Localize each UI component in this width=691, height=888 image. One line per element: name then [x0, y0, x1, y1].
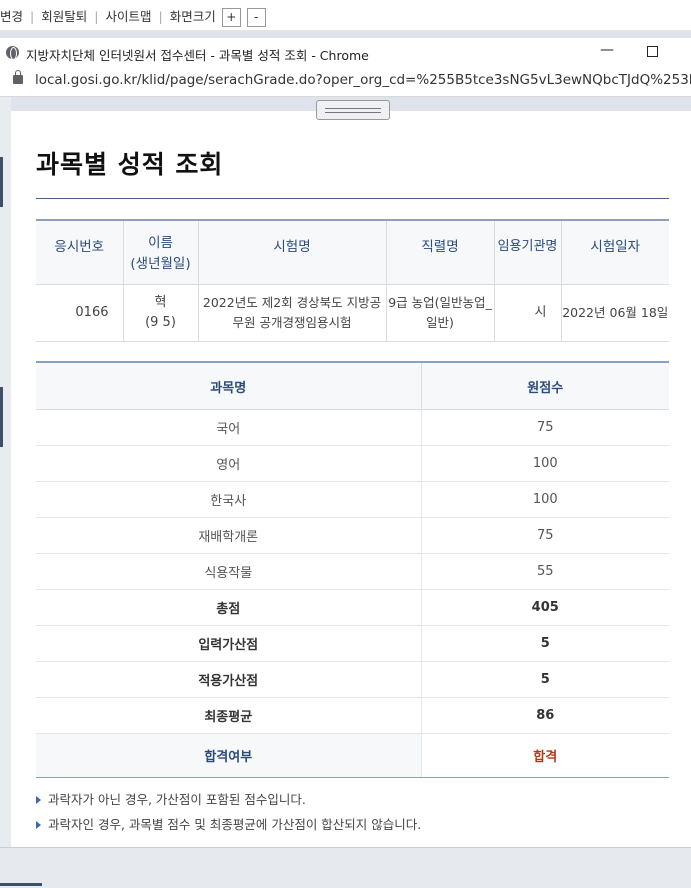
col-header-job-series: 직렬명	[385, 219, 494, 285]
input-bonus-row: 입력가산점 5	[36, 625, 669, 662]
table-row: 식용작물 55	[36, 553, 669, 590]
subject-name: 식용작물	[36, 553, 421, 590]
summary-label: 입력가산점	[36, 625, 421, 662]
final-average-row: 최종평균 86	[36, 697, 669, 734]
subject-grades-table: 과목명 원점수 국어 75 영어 100 한국사 100 재배학개론 75 식용…	[36, 361, 669, 778]
table-header-row: 응시번호 이름 (생년월일) 시험명 직렬명 임용기관명 시험일자	[36, 219, 669, 285]
globe-icon	[6, 46, 19, 60]
divider: |	[158, 9, 163, 24]
divider: |	[30, 9, 35, 24]
background-mark	[0, 883, 42, 886]
subject-score: 75	[420, 517, 669, 554]
summary-value: 86	[420, 697, 669, 734]
subject-score: 75	[420, 409, 669, 446]
background-mark	[0, 157, 3, 207]
subject-score: 100	[420, 481, 669, 518]
background-page-strip	[0, 97, 11, 847]
topbar-label-screen-size: 화면크기	[169, 9, 216, 24]
address-bar[interactable]: local.gosi.go.kr/klid/page/serachGrade.d…	[0, 68, 691, 97]
background-mark	[0, 387, 3, 447]
col-header-name: 이름 (생년월일)	[122, 219, 198, 285]
subject-name: 국어	[36, 409, 421, 446]
pass-status-value: 합격	[420, 733, 669, 778]
subject-score: 55	[420, 553, 669, 590]
subject-name: 재배학개론	[36, 517, 421, 554]
applied-bonus-row: 적용가산점 5	[36, 661, 669, 698]
summary-label: 총점	[36, 589, 421, 626]
topbar-link-withdraw[interactable]: 회원탈퇴	[41, 9, 87, 24]
table-row: 한국사 100	[36, 481, 669, 518]
pass-status-row: 합격여부 합격	[36, 733, 669, 778]
topbar-link-change[interactable]: 변경	[0, 9, 23, 24]
summary-value: 5	[420, 625, 669, 662]
summary-value: 5	[420, 661, 669, 698]
col-header-raw-score: 원점수	[420, 361, 669, 410]
url-text[interactable]: local.gosi.go.kr/klid/page/serachGrade.d…	[35, 72, 691, 88]
summary-value: 405	[420, 589, 669, 626]
cell-job-series: 9급 농업(일반농업_일반)	[385, 284, 494, 342]
table-header-row: 과목명 원점수	[36, 361, 669, 410]
grade-popup: 과목별 성적 조회 응시번호 이름 (생년월일) 시험명 직렬명 임용기관명 시…	[11, 111, 691, 847]
resize-handle[interactable]	[316, 100, 390, 120]
title-divider	[36, 198, 669, 199]
col-header-exam-name: 시험명	[197, 219, 386, 285]
topbar-links: 변경 | 회원탈퇴 | 사이트맵 | 화면크기 + -	[0, 6, 266, 27]
maximize-button[interactable]	[647, 46, 658, 57]
subject-name: 한국사	[36, 481, 421, 518]
divider: |	[94, 9, 99, 24]
table-row: 재배학개론 75	[36, 517, 669, 554]
page-title: 과목별 성적 조회	[36, 150, 224, 179]
subject-score: 100	[420, 445, 669, 482]
note-item: 과락자인 경우, 과목별 점수 및 최종평균에 가산점이 합산되지 않습니다.	[36, 816, 676, 841]
table-row: 국어 75	[36, 409, 669, 446]
col-header-exam-number: 응시번호	[36, 219, 123, 285]
col-header-agency: 임용기관명	[493, 219, 561, 285]
cell-exam-date: 2022년 06월 18일	[560, 284, 669, 342]
background-page-bottom	[0, 847, 691, 888]
site-topbar: 변경 | 회원탈퇴 | 사이트맵 | 화면크기 + -	[0, 0, 691, 31]
table-row: 영어 100	[36, 445, 669, 482]
topbar-link-sitemap[interactable]: 사이트맵	[105, 9, 151, 24]
cell-exam-number: 0166	[36, 284, 123, 342]
minimize-button[interactable]: —	[600, 42, 614, 58]
cell-exam-name: 2022년도 제2회 경상북도 지방공무원 공개경쟁임용시험	[197, 284, 386, 342]
pass-status-label: 합격여부	[36, 733, 421, 778]
zoom-in-button[interactable]: +	[221, 8, 241, 27]
cell-name: 혁 (9 5)	[122, 284, 198, 342]
window-titlebar: 지방자치단체 인터넷원서 접수센터 - 과목별 성적 조회 - Chrome —	[0, 38, 691, 68]
col-header-subject: 과목명	[36, 361, 421, 410]
lock-icon	[13, 70, 23, 84]
applicant-info-table: 응시번호 이름 (생년월일) 시험명 직렬명 임용기관명 시험일자 0166 혁…	[36, 219, 669, 342]
cell-agency: 시	[493, 284, 561, 342]
col-header-exam-date: 시험일자	[560, 219, 669, 285]
grip-icon	[325, 108, 381, 113]
window-title: 지방자치단체 인터넷원서 접수센터 - 과목별 성적 조회 - Chrome	[26, 48, 369, 63]
total-row: 총점 405	[36, 589, 669, 626]
notes-list: 과락자가 아닌 경우, 가산점이 포함된 점수입니다. 과락자인 경우, 과목별…	[36, 791, 676, 841]
subject-name: 영어	[36, 445, 421, 482]
table-row: 0166 혁 (9 5) 2022년도 제2회 경상북도 지방공무원 공개경쟁임…	[36, 284, 669, 342]
summary-label: 적용가산점	[36, 661, 421, 698]
zoom-out-button[interactable]: -	[246, 8, 266, 27]
summary-label: 최종평균	[36, 697, 421, 734]
note-item: 과락자가 아닌 경우, 가산점이 포함된 점수입니다.	[36, 791, 676, 816]
